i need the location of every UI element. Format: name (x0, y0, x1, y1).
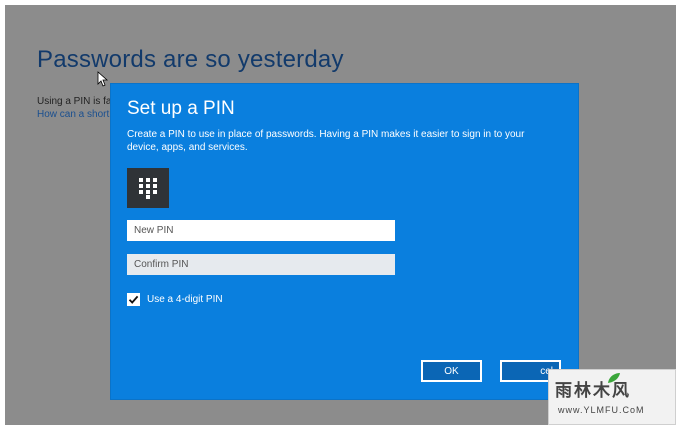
mouse-cursor-icon (97, 71, 109, 87)
dialog-description: Create a PIN to use in place of password… (127, 129, 525, 153)
keypad-tile (127, 168, 169, 208)
page-intro-text: Using a PIN is fa (37, 96, 112, 107)
four-digit-pin-option[interactable]: Use a 4-digit PIN (127, 291, 223, 307)
ok-button[interactable]: OK (421, 360, 482, 382)
page-title: Passwords are so yesterday (37, 46, 344, 73)
four-digit-pin-checkbox[interactable] (127, 292, 140, 306)
help-link[interactable]: How can a short (37, 109, 109, 120)
watermark-url: www.YLMFU.CoM (558, 405, 645, 415)
confirm-pin-input[interactable] (127, 254, 395, 275)
dialog-title: Set up a PIN (127, 98, 235, 119)
checkmark-icon (128, 295, 139, 304)
setup-pin-dialog: Set up a PIN Create a PIN to use in plac… (111, 84, 578, 399)
leaf-icon (608, 373, 620, 383)
keypad-icon (139, 178, 157, 199)
new-pin-input[interactable] (127, 220, 395, 241)
watermark: 雨林木风 www.YLMFU.CoM (548, 369, 676, 425)
four-digit-pin-label: Use a 4-digit PIN (147, 293, 223, 305)
